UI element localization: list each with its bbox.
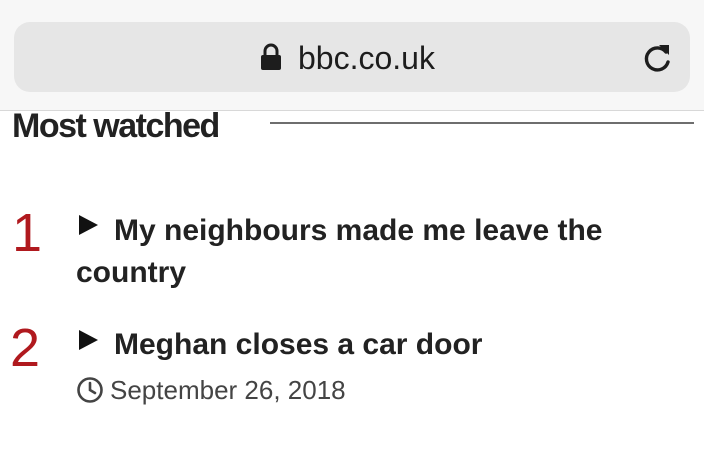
headline-link[interactable]: My neighbours made me leave the: [114, 210, 602, 252]
reload-icon[interactable]: [640, 42, 674, 76]
headline-link[interactable]: Meghan closes a car door: [114, 324, 482, 366]
section-title: Most watched: [12, 107, 220, 145]
play-icon[interactable]: [77, 214, 99, 236]
date-text: September 26, 2018: [110, 375, 346, 405]
lock-icon: [261, 43, 281, 70]
headline-link-continued[interactable]: country: [76, 252, 186, 294]
rank-number: 2: [10, 318, 41, 378]
play-icon[interactable]: [77, 329, 99, 351]
clock-icon: [77, 377, 103, 403]
url-text[interactable]: bbc.co.uk: [298, 38, 435, 78]
section-divider: [270, 122, 694, 124]
browser-toolbar: bbc.co.uk: [0, 0, 704, 111]
rank-number: 1: [12, 203, 43, 263]
